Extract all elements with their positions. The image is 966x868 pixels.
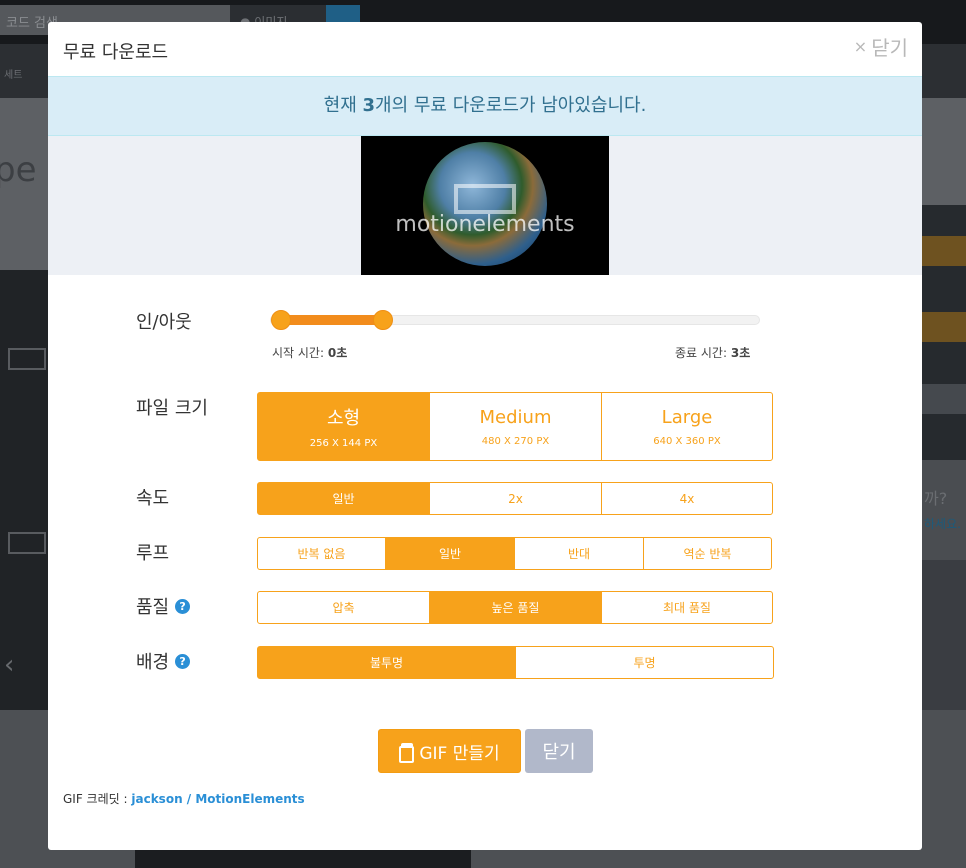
bg-orange-button bbox=[922, 236, 966, 266]
loop-label: 루프 bbox=[136, 543, 170, 564]
bg-nav-text: 세트 bbox=[4, 70, 23, 81]
credit-label: GIF 크레딧 : bbox=[63, 792, 128, 806]
size-option-small[interactable]: 소형 256 X 144 PX bbox=[257, 392, 430, 461]
gif-file-icon bbox=[399, 743, 415, 763]
remaining-downloads-alert: 현재 3개의 무료 다운로드가 남아있습니다. bbox=[48, 76, 922, 136]
alert-prefix: 현재 bbox=[323, 95, 363, 116]
bg-right-link: 하세요. bbox=[924, 517, 961, 531]
size-option-medium[interactable]: Medium 480 X 270 PX bbox=[429, 392, 602, 461]
bg-orange-button bbox=[922, 312, 966, 342]
speed-option-4x[interactable]: 4x bbox=[601, 482, 773, 515]
speed-option-2x[interactable]: 2x bbox=[429, 482, 602, 515]
watermark-text: motionelements bbox=[395, 212, 575, 237]
watermark-logo bbox=[454, 184, 516, 214]
make-gif-label: GIF 만들기 bbox=[419, 743, 500, 764]
close-label: 닫기 bbox=[871, 36, 908, 60]
gif-preview: motionelements bbox=[361, 136, 609, 275]
alert-suffix: 개의 무료 다운로드가 남아있습니다. bbox=[375, 95, 647, 116]
quality-option-compressed[interactable]: 압축 bbox=[257, 591, 430, 624]
bg-right-text: 까? bbox=[924, 489, 948, 508]
in-out-label: 인/아웃 bbox=[136, 312, 192, 333]
in-out-slider[interactable] bbox=[270, 310, 760, 330]
background-options: 불투명 투명 bbox=[257, 646, 774, 679]
speed-options: 일반 2x 4x bbox=[257, 482, 773, 515]
quality-label: 품질? bbox=[136, 593, 191, 619]
loop-options: 반복 없음 일반 반대 역순 반복 bbox=[257, 537, 772, 570]
bg-bottom-thumb bbox=[135, 848, 471, 868]
slider-start-handle[interactable] bbox=[270, 310, 291, 330]
help-icon[interactable]: ? bbox=[175, 653, 191, 669]
free-download-modal: 무료 다운로드 × 닫기 현재 3개의 무료 다운로드가 남아있습니다. mot… bbox=[48, 22, 922, 850]
file-size-label: 파일 크기 bbox=[136, 398, 208, 419]
background-option-opaque[interactable]: 불투명 bbox=[257, 646, 516, 679]
background-option-transparent[interactable]: 투명 bbox=[515, 646, 774, 679]
loop-option-normal[interactable]: 일반 bbox=[385, 537, 515, 570]
bg-right-light bbox=[922, 460, 966, 560]
quality-option-max[interactable]: 최대 품질 bbox=[601, 591, 773, 624]
credit-author-link[interactable]: jackson / MotionElements bbox=[131, 792, 304, 806]
start-time: 시작 시간: 0초 bbox=[272, 346, 348, 360]
modal-title: 무료 다운로드 bbox=[63, 42, 169, 63]
quality-option-high[interactable]: 높은 품질 bbox=[429, 591, 602, 624]
modal-header: 무료 다운로드 × 닫기 bbox=[48, 22, 922, 76]
speed-label: 속도 bbox=[136, 488, 170, 509]
bg-left-strip bbox=[0, 270, 48, 710]
background-label: 배경? bbox=[136, 648, 191, 674]
help-icon[interactable]: ? bbox=[175, 598, 191, 614]
speed-option-normal[interactable]: 일반 bbox=[257, 482, 430, 515]
bg-logo bbox=[8, 532, 46, 554]
close-button[interactable]: 닫기 bbox=[525, 729, 593, 773]
slider-range-fill bbox=[280, 315, 384, 325]
bg-right-bar bbox=[922, 384, 966, 414]
make-gif-button[interactable]: GIF 만들기 bbox=[378, 729, 521, 773]
loop-option-none[interactable]: 반복 없음 bbox=[257, 537, 386, 570]
file-size-options: 소형 256 X 144 PX Medium 480 X 270 PX Large 6… bbox=[257, 392, 773, 461]
loop-option-reverse[interactable]: 반대 bbox=[514, 537, 644, 570]
size-option-large[interactable]: Large 640 X 360 PX bbox=[601, 392, 773, 461]
close-icon: × bbox=[853, 37, 868, 56]
end-time: 종료 시간: 3초 bbox=[675, 346, 751, 360]
quality-options: 압축 높은 품질 최대 품질 bbox=[257, 591, 773, 624]
gif-credit: GIF 크레딧 : jackson / MotionElements bbox=[63, 790, 305, 807]
slider-end-handle[interactable] bbox=[373, 310, 394, 330]
modal-footer-buttons: GIF 만들기 닫기 bbox=[378, 729, 593, 773]
bg-logo bbox=[8, 348, 46, 370]
loop-option-pingpong[interactable]: 역순 반복 bbox=[643, 537, 772, 570]
alert-count: 3 bbox=[362, 95, 376, 116]
modal-close-button[interactable]: × 닫기 bbox=[854, 32, 908, 61]
preview-area: motionelements bbox=[48, 136, 922, 275]
bg-prev-arrow-icon: ‹ bbox=[4, 650, 15, 680]
